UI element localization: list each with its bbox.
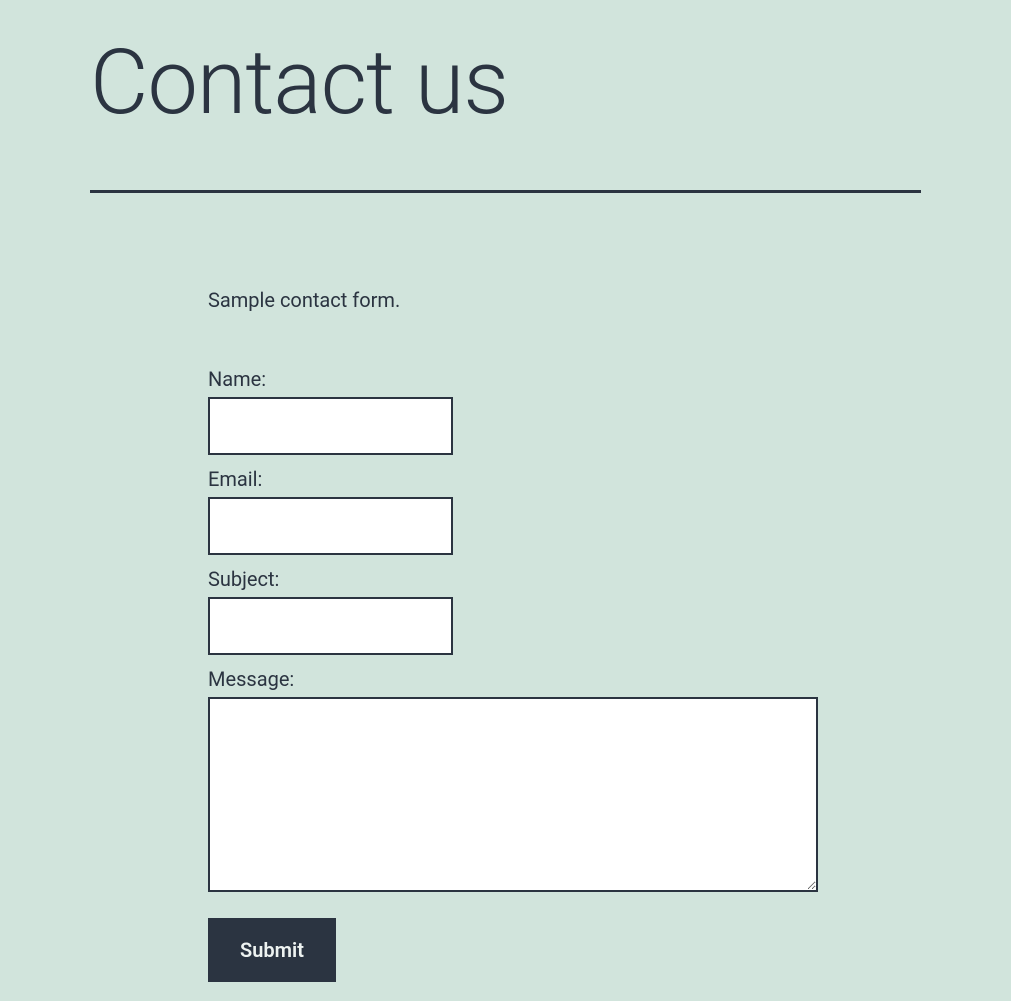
contact-form: Name: Email: Subject: Message: Submit bbox=[208, 367, 841, 982]
name-label: Name: bbox=[208, 367, 841, 391]
intro-text: Sample contact form. bbox=[208, 288, 841, 312]
message-field-group: Message: bbox=[208, 667, 841, 896]
email-label: Email: bbox=[208, 467, 841, 491]
email-input[interactable] bbox=[208, 497, 453, 555]
message-input[interactable] bbox=[208, 697, 818, 892]
subject-label: Subject: bbox=[208, 567, 841, 591]
email-field-group: Email: bbox=[208, 467, 841, 555]
divider bbox=[90, 190, 921, 193]
name-field-group: Name: bbox=[208, 367, 841, 455]
page-title: Contact us bbox=[90, 30, 921, 135]
submit-button[interactable]: Submit bbox=[208, 918, 336, 982]
subject-input[interactable] bbox=[208, 597, 453, 655]
name-input[interactable] bbox=[208, 397, 453, 455]
message-label: Message: bbox=[208, 667, 841, 691]
subject-field-group: Subject: bbox=[208, 567, 841, 655]
